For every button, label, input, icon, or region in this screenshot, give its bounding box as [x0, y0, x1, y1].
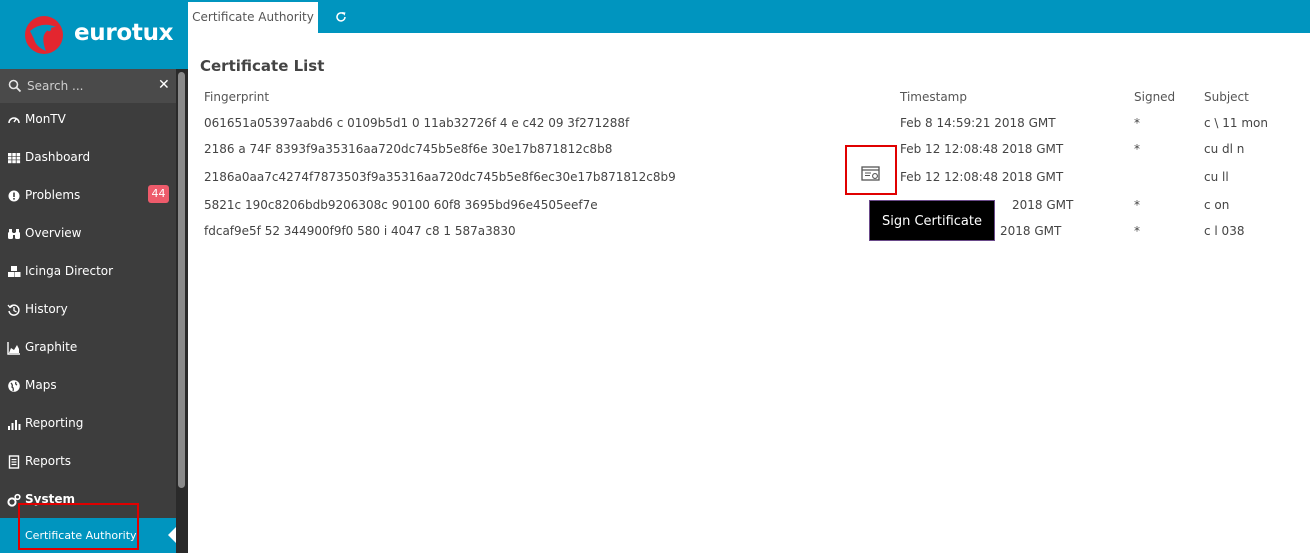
binoculars-icon	[8, 229, 20, 239]
cell-subject: c l 038	[1204, 224, 1245, 238]
tab-certificate-authority[interactable]: Certificate Authority	[188, 2, 318, 33]
cell-subject: cu ll	[1204, 170, 1229, 184]
gauge-icon	[8, 117, 20, 124]
search-icon	[8, 79, 22, 93]
column-header-signed[interactable]: Signed	[1134, 90, 1175, 104]
page-title: Certificate List	[200, 57, 325, 75]
cell-fingerprint: 5821c 190c8206bdb9206308c 90100 60f8 369…	[204, 198, 598, 212]
sidebar-item-label: Graphite	[25, 340, 78, 354]
cell-timestamp: Feb 12 12:08:48 2018 GMT	[900, 170, 1064, 184]
search-row: ✕	[0, 69, 176, 103]
column-header-subject[interactable]: Subject	[1204, 90, 1249, 104]
cell-timestamp: 2018 GMT	[1000, 224, 1062, 238]
sidebar-item-maps[interactable]: Maps	[0, 367, 176, 405]
cell-subject: c \ 11 mon	[1204, 116, 1268, 130]
highlight-certificate-authority	[18, 503, 139, 550]
sidebar-item-label: Problems	[25, 188, 81, 202]
document-icon	[8, 455, 20, 469]
problems-count-badge: 44	[148, 185, 169, 203]
close-icon[interactable]: ✕	[158, 78, 170, 92]
sidebar-item-history[interactable]: History	[0, 291, 176, 329]
sidebar-item-label: History	[25, 302, 68, 316]
logo-area[interactable]: eurotux	[0, 0, 188, 69]
column-header-fingerprint[interactable]: Fingerprint	[204, 90, 269, 104]
sidebar-item-graphite[interactable]: Graphite	[0, 329, 176, 367]
logo-text: eurotux	[74, 20, 174, 46]
cell-fingerprint: fdcaf9e5f 52 344900f9f0 580 i 4047 c8 1 …	[204, 224, 516, 238]
sidebar-item-reporting[interactable]: Reporting	[0, 405, 176, 443]
cell-signed: *	[1134, 224, 1140, 238]
sidebar-item-reports[interactable]: Reports	[0, 443, 176, 481]
tab-bar: Certificate Authority	[188, 0, 1310, 33]
cell-timestamp: 2018 GMT	[1012, 198, 1074, 212]
highlight-sign-certificate	[845, 145, 897, 195]
cell-fingerprint: 2186 a 74F 8393f9a35316aa720dc745b5e8f6e…	[204, 142, 613, 156]
sidebar-item-label: Overview	[25, 226, 82, 240]
cell-signed: *	[1134, 198, 1140, 212]
sidebar-item-label: Maps	[25, 378, 57, 392]
sidebar-item-label: Reporting	[25, 416, 84, 430]
history-icon	[7, 304, 20, 316]
sidebar-item-dashboard[interactable]: Dashboard	[0, 139, 176, 177]
search-input[interactable]	[27, 75, 147, 97]
cell-signed: *	[1134, 142, 1140, 156]
sidebar: eurotux ✕ MonTV Dashboard Problems 44 Ov…	[0, 0, 188, 553]
eurotux-logo-icon	[25, 16, 63, 54]
alert-circle-icon	[8, 190, 20, 202]
sidebar-scrollbar[interactable]	[176, 69, 188, 553]
sidebar-item-overview[interactable]: Overview	[0, 215, 176, 253]
cell-subject: cu dl n	[1204, 142, 1245, 156]
cell-fingerprint: 2186a0aa7c4274f7873503f9a35316aa720dc745…	[204, 170, 676, 184]
sidebar-item-icinga-director[interactable]: Icinga Director	[0, 253, 176, 291]
sidebar-item-montv[interactable]: MonTV	[0, 101, 176, 139]
refresh-icon[interactable]	[335, 11, 347, 23]
cell-fingerprint: 061651a05397aabd6 c 0109b5d1 0 11ab32726…	[204, 116, 630, 130]
cubes-icon	[8, 266, 21, 277]
cell-timestamp: Feb 8 14:59:21 2018 GMT	[900, 116, 1056, 130]
sidebar-item-label: Dashboard	[25, 150, 91, 164]
sidebar-item-problems[interactable]: Problems 44	[0, 177, 176, 215]
sidebar-item-label: Icinga Director	[25, 264, 114, 278]
cell-signed: *	[1134, 116, 1140, 130]
sign-certificate-tooltip: Sign Certificate	[869, 200, 995, 241]
sidebar-item-label: MonTV	[25, 112, 66, 126]
area-chart-icon	[7, 342, 20, 355]
cell-subject: c on	[1204, 198, 1230, 212]
active-pointer	[168, 527, 176, 543]
column-header-timestamp[interactable]: Timestamp	[900, 90, 967, 104]
bar-chart-icon	[8, 420, 21, 430]
cell-timestamp: Feb 12 12:08:48 2018 GMT	[900, 142, 1064, 156]
sidebar-scrollbar-thumb[interactable]	[178, 72, 185, 488]
grid-icon	[8, 153, 21, 164]
globe-icon	[8, 380, 20, 392]
sidebar-item-label: Reports	[25, 454, 72, 468]
